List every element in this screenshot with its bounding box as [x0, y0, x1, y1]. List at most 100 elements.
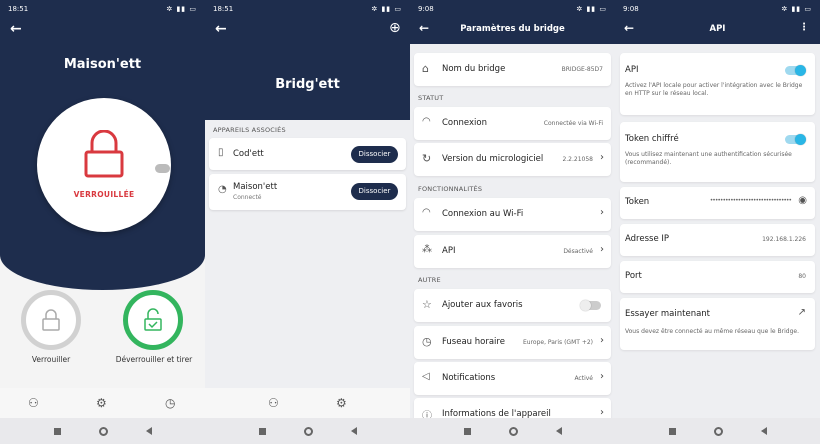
clock-icon[interactable]: ◷	[165, 396, 175, 410]
keypad-icon: ▯	[218, 147, 224, 158]
status-time: 9:08	[623, 5, 639, 13]
row-label: Notifications	[442, 373, 496, 383]
bottom-tabbar: ⚇ ⚙ ◷	[0, 388, 205, 418]
status-time: 9:08	[418, 5, 434, 13]
timezone-row[interactable]: ◷ Fuseau horaire Europe, Paris (GMT +2) …	[414, 326, 611, 359]
try-now-card[interactable]: Essayer maintenant ↗ Vous devez être con…	[620, 298, 815, 350]
megaphone-icon: ◁	[422, 371, 430, 382]
eye-icon[interactable]: ◉	[798, 195, 807, 206]
row-label: Ajouter aux favoris	[442, 300, 523, 310]
row-label: API	[442, 246, 456, 256]
user-icon[interactable]: ⚇	[28, 396, 39, 410]
dissociate-button[interactable]: Dissocier	[351, 146, 398, 163]
row-value: 2.2.21058	[562, 156, 593, 163]
section-header: APPAREILS ASSOCIÉS	[213, 126, 286, 134]
row-value: BRIDGE-85D7	[561, 66, 603, 73]
chevron-right-icon: ›	[600, 152, 604, 163]
status-time: 18:51	[8, 5, 29, 13]
lock-button[interactable]: VERROUILLÉE	[37, 98, 171, 232]
device-row[interactable]: ▯ Cod'ett Dissocier	[209, 138, 406, 170]
add-circle-icon[interactable]: ⊕	[389, 20, 401, 36]
status-bar: 18:51 ✲ ▮▮ ▭	[0, 0, 205, 18]
home-icon[interactable]	[713, 426, 723, 436]
bridge-name-row[interactable]: ⌂ Nom du bridge BRIDGE-85D7	[414, 53, 611, 86]
chevron-right-icon: ›	[600, 407, 604, 418]
back-icon[interactable]	[350, 427, 357, 435]
favorites-row[interactable]: ☆ Ajouter aux favoris	[414, 289, 611, 322]
back-icon[interactable]	[555, 427, 562, 435]
recents-icon[interactable]	[258, 427, 266, 435]
api-row[interactable]: ⁂ API Désactivé ›	[414, 235, 611, 268]
token-value: ••••••••••••••••••••••••••••••••	[709, 197, 792, 204]
device-row[interactable]: ◔ Maison'ett Connecté Dissocier	[209, 174, 406, 210]
recents-icon[interactable]	[53, 427, 61, 435]
row-label: Fuseau horaire	[442, 337, 505, 347]
connection-row[interactable]: ◠ Connexion Connectée via Wi-Fi	[414, 107, 611, 140]
notifications-row[interactable]: ◁ Notifications Activé ›	[414, 362, 611, 395]
back-arrow-icon[interactable]: ←	[10, 21, 22, 37]
chevron-right-icon: ›	[600, 244, 604, 255]
system-navbar	[205, 418, 410, 444]
status-icons: ✲ ▮▮ ▭	[781, 5, 812, 13]
back-arrow-icon[interactable]: ←	[419, 21, 429, 35]
try-now-description: Vous devez être connecté au même réseau …	[625, 328, 799, 335]
clock-icon: ◷	[422, 335, 432, 348]
api-label: API	[625, 65, 639, 75]
user-icon[interactable]: ⚇	[268, 396, 279, 410]
unlock-action-button[interactable]	[123, 290, 183, 350]
ip-card: Adresse IP 192.168.1.226	[620, 224, 815, 256]
port-label: Port	[625, 271, 642, 281]
system-navbar	[615, 418, 820, 444]
dissociate-button[interactable]: Dissocier	[351, 183, 398, 200]
padlock-icon	[42, 309, 60, 331]
favorites-toggle[interactable]	[580, 300, 601, 311]
api-description: Activez l'API locale pour activer l'inté…	[625, 82, 803, 97]
back-icon[interactable]	[760, 427, 767, 435]
settings-title: Paramètres du bridge	[460, 24, 565, 34]
api-nodes-icon: ⁂	[422, 244, 432, 255]
wifi-row[interactable]: ◠ Connexion au Wi-Fi ›	[414, 198, 611, 231]
status-bar: 9:08 ✲ ▮▮ ▭	[615, 0, 820, 18]
system-navbar	[0, 418, 205, 444]
status-bar: 18:51 ✲ ▮▮ ▭	[205, 0, 410, 18]
more-vertical-icon[interactable]: ⋮	[799, 22, 809, 33]
back-arrow-icon[interactable]: ←	[215, 21, 227, 37]
row-label: Connexion	[442, 118, 487, 128]
token-label: Token	[625, 197, 650, 207]
token-encrypted-toggle[interactable]	[785, 134, 806, 145]
port-card: Port 80	[620, 261, 815, 293]
lock-device-icon: ◔	[218, 184, 227, 195]
bridge-title: Bridg'ett	[275, 77, 340, 92]
api-toggle[interactable]	[785, 65, 806, 76]
back-icon[interactable]	[145, 427, 152, 435]
recents-icon[interactable]	[463, 427, 471, 435]
bridge-settings-screen: Paramètres du bridge 9:08 ✲ ▮▮ ▭ ← ⌂ Nom …	[410, 0, 615, 444]
status-icons: ✲ ▮▮ ▭	[371, 5, 402, 13]
lock-action-button[interactable]	[21, 290, 81, 350]
gear-icon[interactable]: ⚙	[336, 396, 347, 410]
row-value: Europe, Paris (GMT +2)	[522, 339, 593, 346]
external-link-icon[interactable]: ↗	[798, 307, 806, 318]
port-value: 80	[798, 273, 806, 280]
lock-screen: Maison'ett 18:51 ✲ ▮▮ ▭ ← VERROUILLÉE Ver…	[0, 0, 205, 444]
wifi-icon: ◠	[422, 116, 431, 127]
api-screen: API 9:08 ✲ ▮▮ ▭ ← ⋮ API Activez l'API loc…	[615, 0, 820, 444]
section-header: AUTRE	[418, 276, 441, 284]
row-label: Connexion au Wi-Fi	[442, 209, 524, 219]
side-toggle[interactable]	[155, 164, 170, 173]
home-icon[interactable]	[303, 426, 313, 436]
back-arrow-icon[interactable]: ←	[624, 21, 634, 35]
token-encrypted-description: Vous utilisez maintenant une authentific…	[625, 151, 792, 166]
system-navbar	[410, 418, 615, 444]
home-icon[interactable]	[508, 426, 518, 436]
unlock-action-label: Déverrouiller et tirer	[115, 355, 193, 364]
home-icon[interactable]	[98, 426, 108, 436]
gear-icon[interactable]: ⚙	[96, 396, 107, 410]
token-encrypted-card: Token chiffré Vous utilisez maintenant u…	[620, 122, 815, 182]
firmware-row[interactable]: ↻ Version du micrologiciel 2.2.21058 ›	[414, 143, 611, 176]
status-icons: ✲ ▮▮ ▭	[576, 5, 607, 13]
status-bar: 9:08 ✲ ▮▮ ▭	[410, 0, 615, 18]
status-icons: ✲ ▮▮ ▭	[166, 5, 197, 13]
recents-icon[interactable]	[668, 427, 676, 435]
section-header: STATUT	[418, 94, 444, 102]
